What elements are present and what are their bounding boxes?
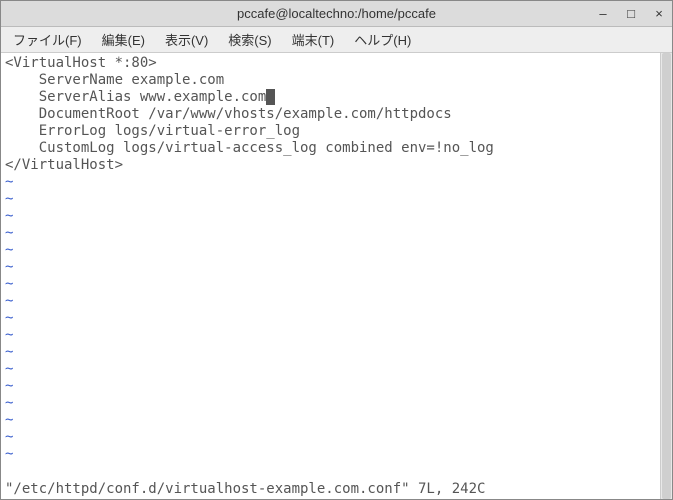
vim-tilde: ~	[5, 378, 13, 394]
vim-tilde: ~	[5, 446, 13, 462]
vim-tilde: ~	[5, 395, 13, 411]
vim-tilde: ~	[5, 429, 13, 445]
close-button[interactable]: ×	[650, 5, 668, 23]
vim-tilde: ~	[5, 344, 13, 360]
menu-terminal[interactable]: 端末(T)	[288, 28, 339, 51]
maximize-button[interactable]: □	[622, 5, 640, 23]
terminal[interactable]: <VirtualHost *:80> ServerName example.co…	[1, 53, 660, 499]
vim-tilde: ~	[5, 361, 13, 377]
scrollbar-thumb[interactable]	[662, 53, 671, 499]
titlebar: pccafe@localtechno:/home/pccafe – □ ×	[1, 1, 672, 27]
vim-tilde: ~	[5, 174, 13, 190]
scrollbar[interactable]	[660, 53, 672, 499]
vim-tilde: ~	[5, 327, 13, 343]
vim-tilde: ~	[5, 225, 13, 241]
window-title: pccafe@localtechno:/home/pccafe	[237, 6, 436, 21]
vim-tilde: ~	[5, 191, 13, 207]
menubar: ファイル(F) 編集(E) 表示(V) 検索(S) 端末(T) ヘルプ(H)	[1, 27, 672, 53]
minimize-button[interactable]: –	[594, 5, 612, 23]
menu-edit[interactable]: 編集(E)	[98, 28, 149, 51]
menu-help[interactable]: ヘルプ(H)	[350, 28, 415, 51]
vim-tilde: ~	[5, 208, 13, 224]
vim-tilde: ~	[5, 412, 13, 428]
window-controls: – □ ×	[594, 5, 668, 23]
vim-tilde: ~	[5, 259, 13, 275]
vim-tilde: ~	[5, 293, 13, 309]
menu-file[interactable]: ファイル(F)	[9, 28, 86, 51]
cursor	[266, 89, 274, 105]
menu-view[interactable]: 表示(V)	[161, 28, 212, 51]
menu-search[interactable]: 検索(S)	[224, 28, 275, 51]
terminal-area: <VirtualHost *:80> ServerName example.co…	[1, 53, 672, 499]
vim-tilde: ~	[5, 276, 13, 292]
vim-tilde: ~	[5, 310, 13, 326]
vim-status-line: "/etc/httpd/conf.d/virtualhost-example.c…	[5, 481, 485, 497]
vim-tilde: ~	[5, 242, 13, 258]
